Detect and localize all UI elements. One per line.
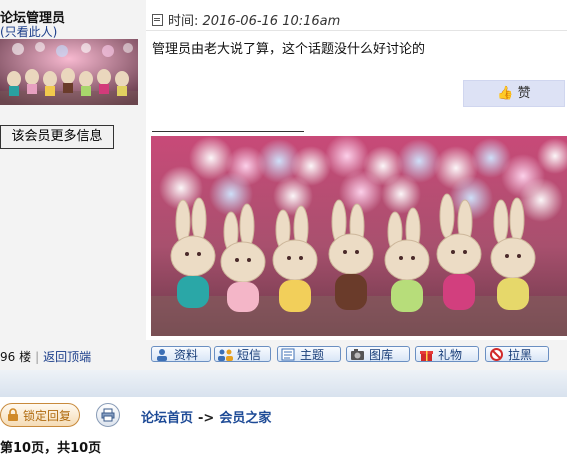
camera-icon — [351, 349, 364, 360]
floor-number: 96 楼 — [0, 350, 32, 364]
topics-button[interactable]: 主题 — [277, 346, 341, 362]
signature-divider — [152, 131, 304, 132]
time-label: 时间: — [168, 14, 199, 29]
print-button[interactable] — [96, 403, 120, 427]
post-message: 管理员由老大说了算，这个话题没什么好讨论的 — [152, 42, 426, 57]
profile-button[interactable]: 资料 — [151, 346, 211, 362]
gallery-button[interactable]: 图库 — [346, 346, 410, 362]
breadcrumb-home[interactable]: 论坛首页 — [141, 411, 193, 426]
lock-icon — [8, 408, 18, 421]
gift-icon — [420, 351, 433, 361]
section-gap — [0, 370, 567, 397]
time-value: 2016-06-16 10:16am — [202, 14, 341, 29]
avatar[interactable] — [0, 39, 138, 105]
breadcrumb: 论坛首页 -> 会员之家 — [141, 407, 271, 426]
breadcrumb-arrow: -> — [198, 411, 215, 426]
message-button[interactable]: 短信 — [214, 346, 271, 362]
gallery-label: 图库 — [369, 348, 394, 362]
like-button[interactable]: 👍 赞 — [463, 80, 565, 107]
topics-icon — [281, 348, 295, 361]
post-image — [151, 136, 567, 336]
topics-label: 主题 — [300, 348, 325, 362]
gift-button[interactable]: 礼物 — [415, 346, 479, 362]
page-info: 第10页，共10页 — [0, 441, 102, 456]
post-time: 时间: 2016-06-16 10:16am — [152, 10, 340, 29]
users-icon — [218, 349, 233, 361]
only-view-link[interactable]: (只看此人) — [0, 23, 57, 40]
lock-reply-button[interactable]: 锁定回复 — [0, 403, 80, 427]
block-button[interactable]: 拉黑 — [485, 346, 549, 362]
divider — [146, 30, 567, 31]
like-label: 赞 — [517, 86, 531, 101]
block-icon — [490, 348, 503, 361]
document-icon — [152, 14, 163, 26]
floor-info: 96 楼 | 返回顶端 — [0, 348, 91, 365]
printer-icon — [101, 408, 115, 422]
forum-post: 论坛管理员 (只看此人) 该会员更多信息 时间: 2016-06-16 10:1… — [0, 0, 567, 370]
thumbs-up-icon: 👍 — [497, 86, 514, 101]
lock-reply-label: 锁定回复 — [23, 409, 72, 423]
member-info-button[interactable]: 该会员更多信息 — [0, 125, 114, 149]
block-label: 拉黑 — [508, 348, 533, 362]
breadcrumb-current[interactable]: 会员之家 — [219, 411, 271, 426]
separator: | — [35, 350, 40, 364]
gift-label: 礼物 — [438, 348, 463, 362]
back-to-top-link[interactable]: 返回顶端 — [43, 350, 91, 364]
profile-icon — [157, 349, 167, 361]
profile-label: 资料 — [174, 348, 199, 362]
author-panel: 论坛管理员 (只看此人) 该会员更多信息 — [0, 0, 146, 340]
message-label: 短信 — [237, 348, 262, 362]
